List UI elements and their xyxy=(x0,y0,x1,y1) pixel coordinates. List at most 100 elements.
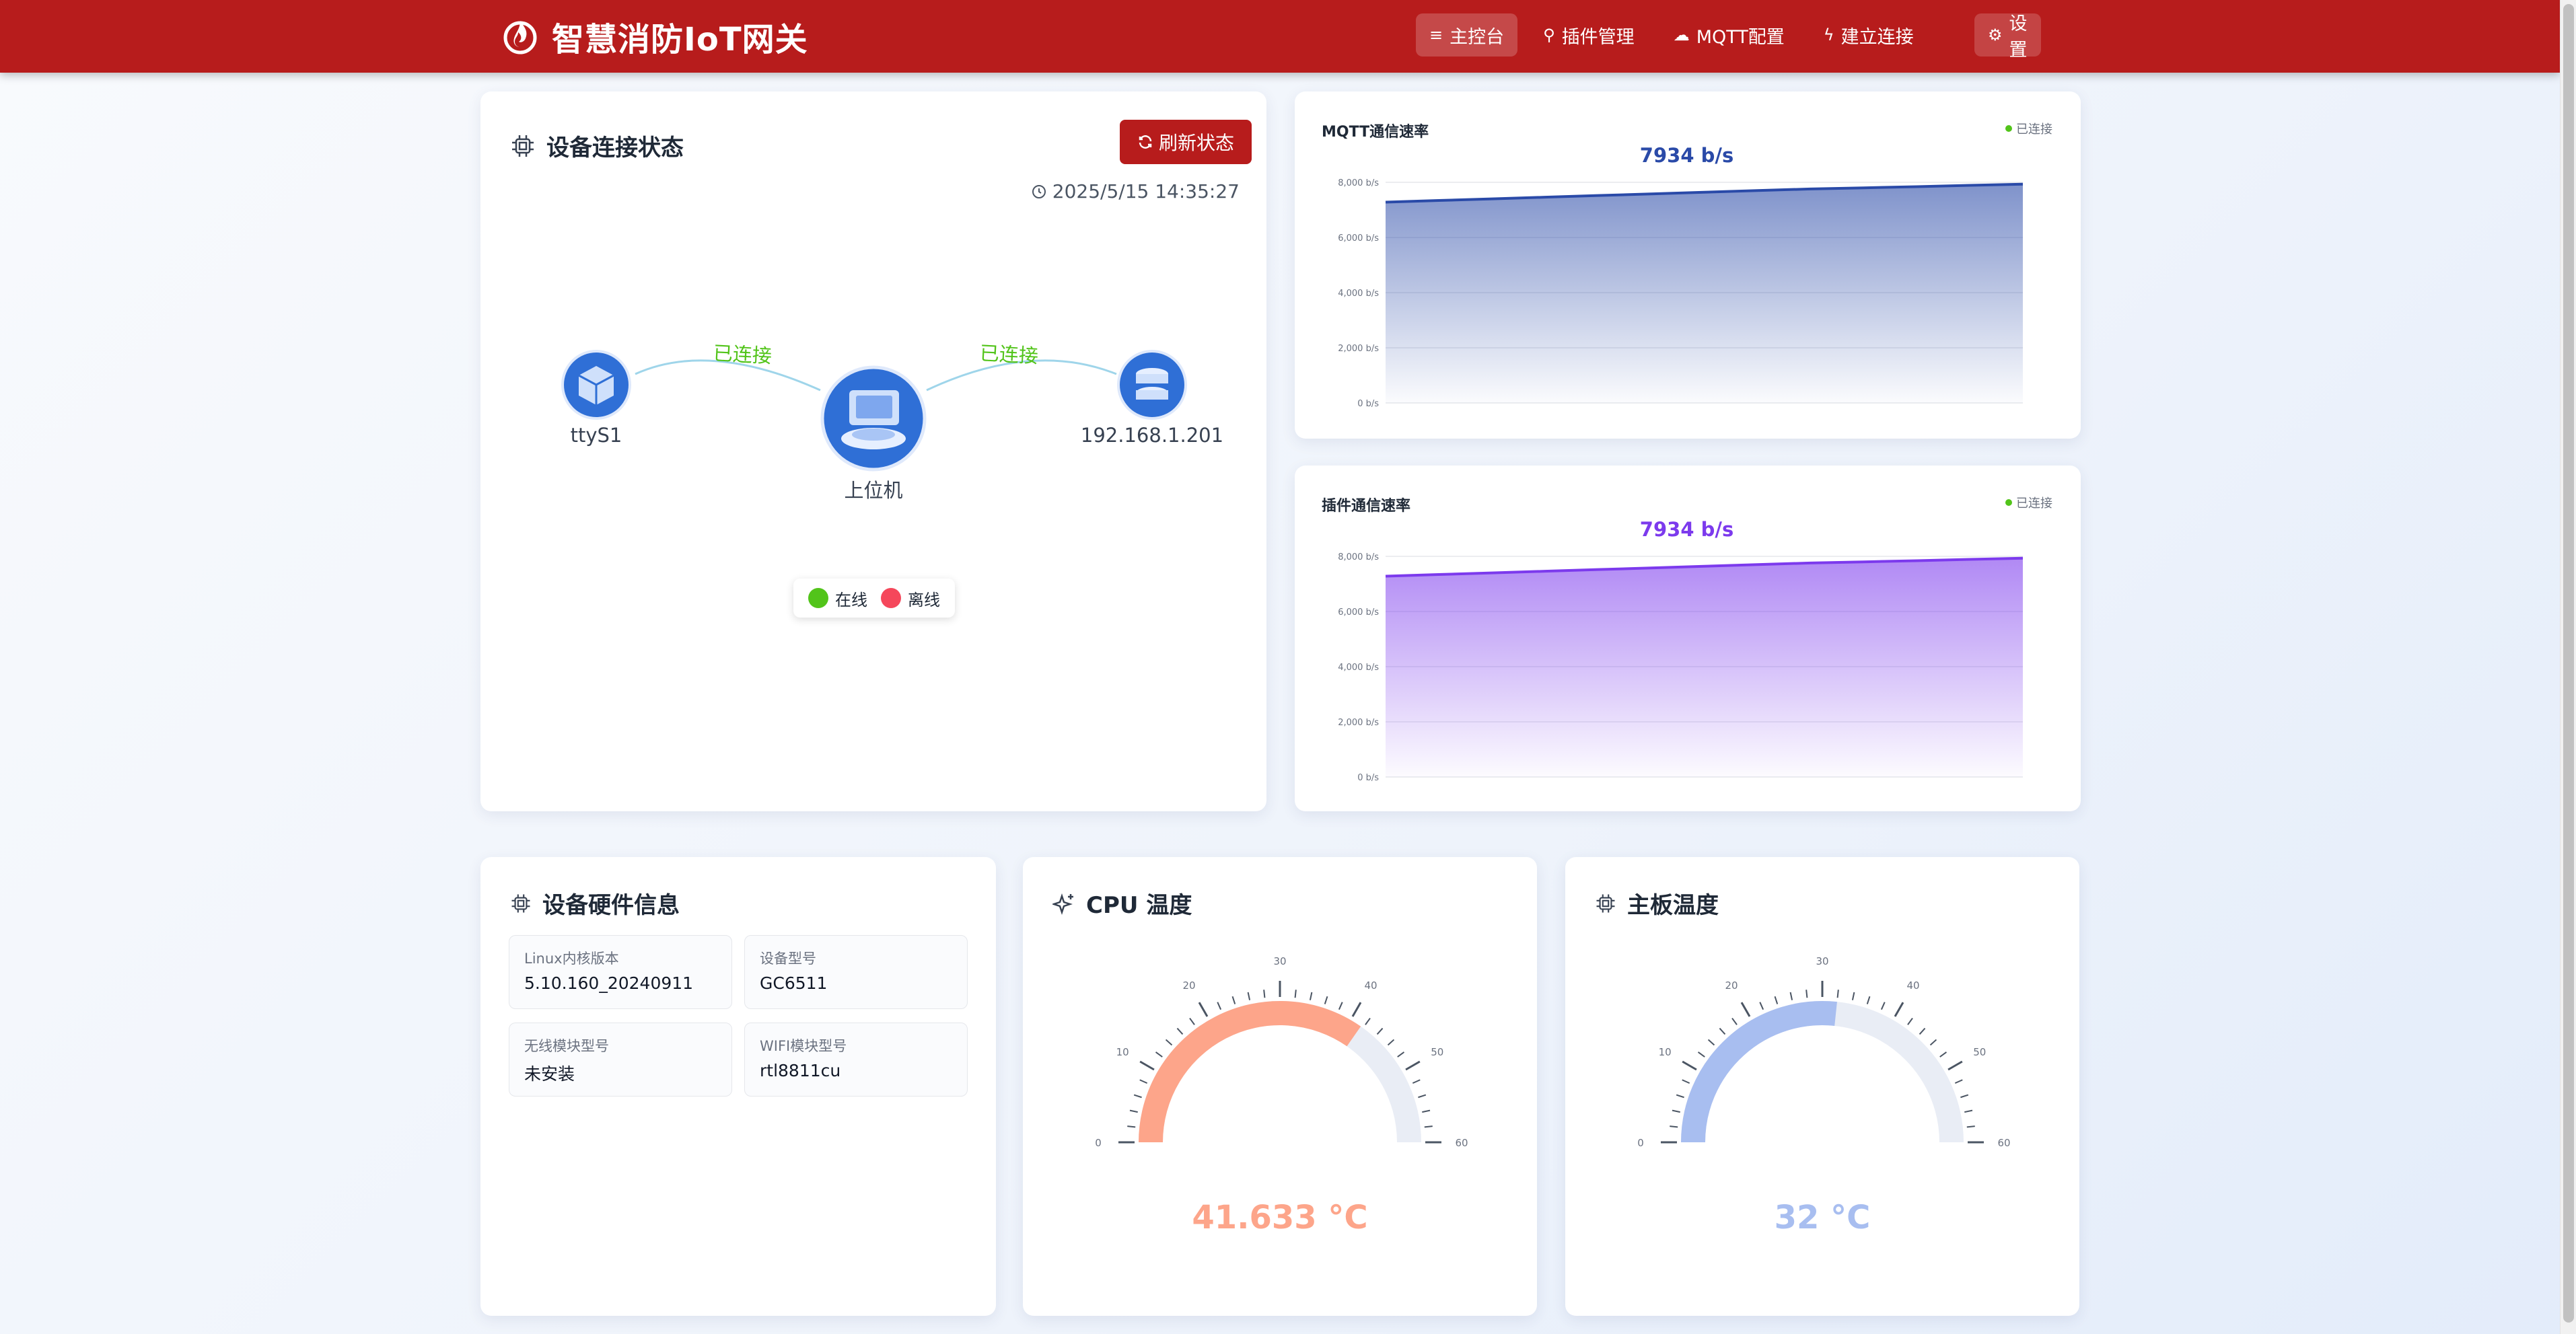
gauge-tick xyxy=(1294,990,1297,998)
gauge-tick xyxy=(1964,1109,1973,1113)
hw-wireless-module: 无线模块型号 未安装 xyxy=(509,1023,732,1097)
main-nav: ≡ 主控台 ⚲ 插件管理 ☁ MQTT配置 ϟ 建立连接 ⚙ 设置 xyxy=(1416,13,2041,61)
gauge-tick xyxy=(1960,1094,1969,1099)
y-tick-label: 8,000 b/s xyxy=(1338,552,1379,562)
node-host[interactable] xyxy=(820,365,927,472)
y-tick-label: 0 b/s xyxy=(1357,773,1379,783)
y-tick-label: 4,000 b/s xyxy=(1338,289,1379,299)
gauge-tick xyxy=(1954,1079,1963,1084)
legend-offline: 离线 xyxy=(881,587,940,610)
gauge-tick-label: 30 xyxy=(1273,955,1286,967)
gauge-tick xyxy=(1376,1027,1384,1035)
nav-settings[interactable]: ⚙ 设置 xyxy=(1974,13,2041,61)
gauge-tick xyxy=(1129,1109,1138,1113)
gauge-track xyxy=(1139,1001,1421,1143)
gauge-tick xyxy=(1217,1002,1222,1010)
gauge-tick-label: 0 xyxy=(1637,1137,1644,1149)
node-ttys1[interactable] xyxy=(561,350,631,420)
gauge-tick-label: 10 xyxy=(1116,1046,1129,1058)
link-left-status: 已连接 xyxy=(713,341,773,368)
series-area xyxy=(1386,184,2023,403)
gauge-tick xyxy=(1139,1079,1148,1084)
gauge-tick xyxy=(1682,1079,1690,1084)
board-temp-card: 主板温度 0 10 20 30 40 50 60 32 °C xyxy=(1565,857,2079,1316)
gauge-tick xyxy=(1324,996,1328,1004)
node-remote[interactable] xyxy=(1117,350,1187,420)
hardware-info-card: 设备硬件信息 Linux内核版本 5.10.160_20240911 设备型号 … xyxy=(480,857,996,1316)
gauge-tick xyxy=(1682,1060,1697,1071)
gauge-tick xyxy=(1670,1125,1678,1128)
nav-mqtt-config[interactable]: ☁ MQTT配置 xyxy=(1660,13,1798,57)
gauge-tick xyxy=(1789,992,1793,1000)
nav-connect[interactable]: ϟ 建立连接 xyxy=(1810,13,1927,57)
y-tick-label: 4,000 b/s xyxy=(1338,663,1379,673)
y-tick-label: 6,000 b/s xyxy=(1338,233,1379,244)
legend-online: 在线 xyxy=(808,587,867,610)
plugin-rate-card: 插件通信速率 已连接 7934 b/s 0 b/s 2,000 b/s 4,000 … xyxy=(1295,466,2081,811)
y-tick-label: 2,000 b/s xyxy=(1338,344,1379,354)
gauge-tick xyxy=(1719,1027,1726,1035)
gauge-tick xyxy=(1907,1017,1913,1025)
nav-label: 插件管理 xyxy=(1561,26,1635,48)
hw-label: Linux内核版本 xyxy=(524,951,619,967)
gauge-tick xyxy=(1176,1027,1184,1035)
gauge-tick xyxy=(1929,1039,1937,1046)
gauge-tick-label: 50 xyxy=(1431,1046,1443,1058)
gauge-tick xyxy=(1412,1079,1421,1084)
gauge-tick xyxy=(1139,1060,1155,1071)
gauge-tick xyxy=(1155,1051,1163,1058)
gauge-tick xyxy=(1365,1017,1371,1025)
chip-icon xyxy=(511,894,530,912)
nav-label: MQTT配置 xyxy=(1696,26,1785,48)
gauge-tick xyxy=(1338,1002,1343,1010)
gauge-tick xyxy=(1774,996,1779,1004)
scrollbar-thumb[interactable] xyxy=(2563,4,2574,1323)
gauge-tick-label: 0 xyxy=(1095,1137,1102,1149)
hw-value: 未安装 xyxy=(524,1064,575,1084)
app-title: 智慧消防IoT网关 xyxy=(552,21,808,59)
mqtt-rate-card: MQTT通信速率 已连接 7934 b/s 0 b/s 2,000 b/s 4,00… xyxy=(1295,91,2081,439)
node-ttys1-label: ttyS1 xyxy=(570,424,622,447)
gauge-tick xyxy=(1189,1017,1195,1025)
gauge-tick-label: 50 xyxy=(1973,1046,1986,1058)
plugin-icon: ⚲ xyxy=(1543,26,1555,44)
gauge-tick xyxy=(1165,1039,1173,1046)
node-remote-label: 192.168.1.201 xyxy=(1080,424,1224,447)
offline-dot xyxy=(881,588,901,608)
gauge-tick xyxy=(1740,1002,1751,1017)
gauge-tick xyxy=(1418,1094,1427,1099)
gauge-tick xyxy=(1309,992,1313,1000)
hw-value: rtl8811cu xyxy=(760,1061,841,1080)
gauge-tick xyxy=(1880,1002,1886,1010)
menu-icon: ≡ xyxy=(1429,26,1443,44)
hw-label: 设备型号 xyxy=(760,951,816,967)
lightning-icon: ϟ xyxy=(1823,26,1834,44)
series-area xyxy=(1386,558,2023,777)
mqtt-rate-chart: 0 b/s 2,000 b/s 4,000 b/s 6,000 b/s 8,000 b/… xyxy=(1338,178,2024,409)
board-temp-gauge: 0 10 20 30 40 50 60 xyxy=(1637,955,2010,1149)
page-scrollbar[interactable] xyxy=(2560,0,2576,1334)
hw-value: GC6511 xyxy=(760,973,828,993)
plugin-rate-chart: 0 b/s 2,000 b/s 4,000 b/s 6,000 b/s 8,000 b/… xyxy=(1338,552,2024,783)
status-legend: 在线 离线 xyxy=(793,579,955,618)
legend-online-label: 在线 xyxy=(835,590,867,609)
nav-label: 建立连接 xyxy=(1840,26,1914,48)
gauge-tick-label: 40 xyxy=(1364,979,1377,992)
flame-logo-icon xyxy=(503,21,537,54)
gauge-tick-label: 60 xyxy=(1455,1137,1468,1149)
nav-plugin-management[interactable]: ⚲ 插件管理 xyxy=(1530,13,1648,57)
cpu-temp-value: 41.633 °C xyxy=(1192,1199,1368,1236)
nav-label: 主控台 xyxy=(1450,26,1505,48)
nav-dashboard[interactable]: ≡ 主控台 xyxy=(1416,13,1518,57)
node-host-label: 上位机 xyxy=(844,479,903,502)
gauge-tick xyxy=(1127,1125,1136,1128)
gauge-tick xyxy=(1198,1002,1209,1017)
gauge-tick xyxy=(1919,1027,1926,1035)
gauge-tick xyxy=(1422,1109,1431,1113)
board-temp-value: 32 °C xyxy=(1774,1199,1871,1236)
gauge-tick-label: 30 xyxy=(1816,955,1828,967)
hw-wifi-module: WIFI模块型号 rtl8811cu xyxy=(744,1023,968,1097)
gauge-tick xyxy=(1731,1017,1738,1025)
gauge-tick-label: 10 xyxy=(1659,1046,1672,1058)
gauge-tick xyxy=(1805,990,1808,998)
